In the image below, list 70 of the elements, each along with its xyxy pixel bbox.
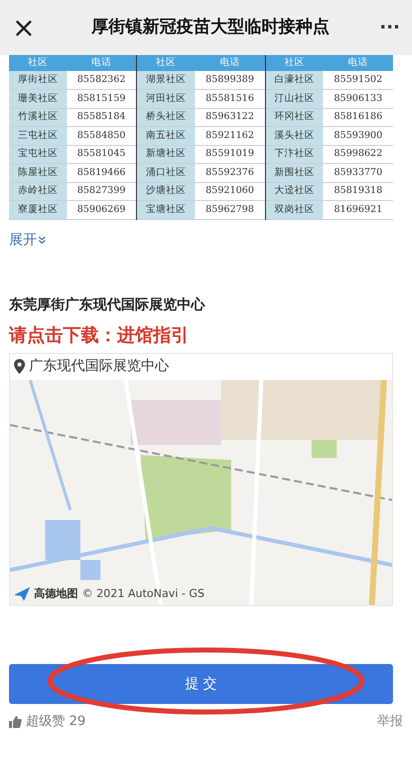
table-cell: 大迳社区: [265, 182, 324, 200]
location-pin-icon: [14, 359, 25, 374]
table-cell: 双岗社区: [265, 200, 324, 219]
map-logo-icon: [14, 587, 30, 602]
table-cell: 竹溪社区: [9, 108, 66, 126]
double-chevron-icon: [38, 236, 46, 244]
column-header: 社区: [136, 55, 195, 71]
table-cell: 南五社区: [136, 126, 195, 145]
table-cell: 汀山社区: [265, 90, 324, 108]
map-attribution: © 2021 AutoNavi - GS: [82, 586, 205, 602]
table-cell: 85819466: [66, 164, 137, 182]
table-cell: 85582362: [66, 71, 137, 90]
table-cell: 溪头社区: [265, 126, 324, 145]
table-cell: 赤岭社区: [9, 182, 66, 200]
table-cell: 河田社区: [136, 90, 195, 108]
table-cell: 85591019: [194, 145, 266, 164]
table-cell: 宝屯社区: [9, 145, 66, 164]
table-cell: 85962798: [194, 200, 266, 219]
column-header: 电话: [323, 55, 393, 71]
table-cell: 环冈社区: [265, 108, 324, 126]
table-cell: 陈屋社区: [9, 164, 66, 182]
table-cell: 白濠社区: [265, 71, 324, 90]
table-cell: 下汴社区: [265, 145, 324, 164]
table-cell: 寮厦社区: [9, 200, 66, 219]
table-cell: 85899389: [194, 71, 266, 90]
more-button[interactable]: ···: [379, 14, 400, 41]
close-button[interactable]: ×: [12, 6, 42, 48]
table-cell: 85921060: [194, 182, 266, 200]
table-cell: 85581045: [66, 145, 137, 164]
table-cell: 85906269: [66, 200, 137, 219]
column-header: 社区: [9, 55, 66, 71]
location-label: 广东现代国际展览中心: [29, 357, 169, 376]
submit-button[interactable]: 提 交: [9, 664, 393, 704]
table-cell: 85998622: [323, 145, 393, 164]
table-cell: 85933770: [323, 164, 393, 182]
table-cell: 85819318: [323, 182, 393, 200]
table-cell: 新塘社区: [136, 145, 195, 164]
table-cell: 81696921: [323, 200, 393, 219]
table-cell: 桥头社区: [136, 108, 195, 126]
table-cell: 85593900: [323, 126, 393, 145]
table-cell: 沙塘社区: [136, 182, 195, 200]
table-cell: 85591502: [323, 71, 393, 90]
table-cell: 湖景社区: [136, 71, 195, 90]
table-cell: 85585184: [66, 108, 137, 126]
table-cell: 85581516: [194, 90, 266, 108]
table-cell: 85827399: [66, 182, 137, 200]
table-cell: 85906133: [323, 90, 393, 108]
column-header: 电话: [66, 55, 137, 71]
venue-title: 东莞厚街广东现代国际展览中心: [9, 296, 206, 314]
table-cell: 珊美社区: [9, 90, 66, 108]
table-cell: 85963122: [194, 108, 266, 126]
download-link[interactable]: 请点击下载：进馆指引: [9, 322, 189, 348]
like-count: 超级赞 29: [26, 713, 86, 732]
table-cell: 三屯社区: [9, 126, 66, 145]
report-link[interactable]: 举报: [377, 712, 403, 732]
table-cell: 85815159: [66, 90, 137, 108]
thumbs-up-icon[interactable]: [9, 716, 22, 728]
column-header: 电话: [194, 55, 266, 71]
table-cell: 85816186: [323, 108, 393, 126]
column-header: 社区: [265, 55, 324, 71]
table-cell: 涌口社区: [136, 164, 195, 182]
expand-link[interactable]: 展开: [9, 230, 37, 250]
table-cell: 85921162: [194, 126, 266, 145]
table-cell: 85584850: [66, 126, 137, 145]
page-title: 厚街镇新冠疫苗大型临时接种点: [90, 16, 331, 39]
table-cell: 新围社区: [265, 164, 324, 182]
table-cell: 厚街社区: [9, 71, 66, 90]
map-logo: 高德地图: [34, 586, 78, 602]
table-cell: 宝塘社区: [136, 200, 195, 219]
table-cell: 85592376: [194, 164, 266, 182]
